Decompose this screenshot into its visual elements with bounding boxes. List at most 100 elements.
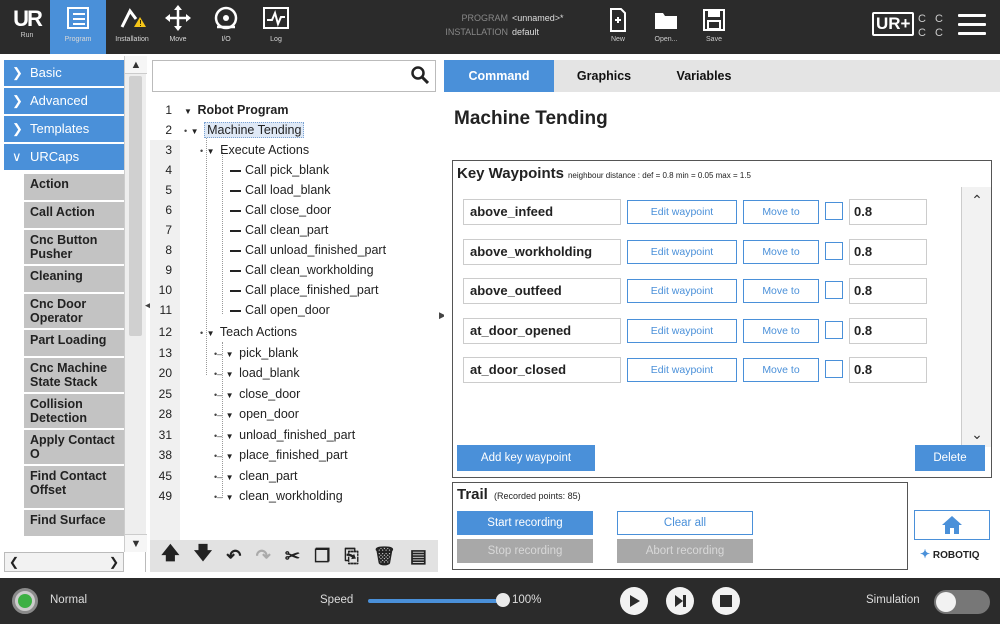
category-urcaps[interactable]: ∨ URCaps: [4, 144, 124, 170]
move-up-icon[interactable]: 🡅: [161, 541, 180, 571]
expand-icon[interactable]: ▼: [191, 122, 201, 142]
expand-icon[interactable]: ▼: [207, 142, 217, 162]
sidebar-item-action[interactable]: Action: [24, 174, 124, 202]
search-icon[interactable]: [411, 66, 430, 89]
sidebar-item-apply-contact-offset[interactable]: Apply Contact O: [24, 430, 124, 466]
home-button[interactable]: [914, 510, 990, 540]
paste-icon[interactable]: ⎘: [344, 546, 358, 567]
sidebar-item-cleaning[interactable]: Cleaning: [24, 266, 124, 294]
step-button[interactable]: [666, 587, 694, 615]
edit-waypoint-button[interactable]: Edit waypoint: [627, 200, 737, 224]
move-to-button[interactable]: Move to: [743, 240, 819, 264]
sidebar-item-cnc-door-operator[interactable]: Cnc Door Operator: [24, 294, 124, 330]
move-down-icon[interactable]: 🡇: [194, 541, 213, 571]
speed-slider[interactable]: [368, 599, 506, 603]
scroll-left-icon[interactable]: ❮: [5, 553, 23, 571]
neighbour-distance-field[interactable]: 0.8: [849, 239, 927, 265]
play-button[interactable]: [620, 587, 648, 615]
category-basic[interactable]: ❯ Basic: [4, 60, 124, 86]
undo-icon[interactable]: ↶: [226, 546, 241, 567]
nav-io[interactable]: I/O: [198, 0, 254, 54]
waypoint-checkbox[interactable]: [825, 360, 843, 378]
neighbour-distance-field[interactable]: 0.8: [849, 318, 927, 344]
sidebar-item-part-loading[interactable]: Part Loading: [24, 330, 124, 358]
neighbour-distance-field[interactable]: 0.8: [849, 199, 927, 225]
scroll-down-icon[interactable]: ⌄: [962, 423, 992, 445]
sidebar-horizontal-scrollbar[interactable]: ❮ ❯: [4, 552, 124, 572]
clear-all-button[interactable]: Clear all: [617, 511, 753, 535]
redo-icon[interactable]: ↷: [256, 546, 271, 567]
tab-graphics[interactable]: Graphics: [554, 60, 654, 92]
tree-row[interactable]: 2 • ▼ Machine Tending: [150, 120, 438, 140]
stop-button[interactable]: [712, 587, 740, 615]
robot-status-icon[interactable]: [12, 588, 38, 614]
waypoint-checkbox[interactable]: [825, 281, 843, 299]
search-input[interactable]: [152, 60, 436, 92]
stop-recording-button[interactable]: Stop recording: [457, 539, 593, 563]
edit-waypoint-button[interactable]: Edit waypoint: [627, 358, 737, 382]
selected-node[interactable]: Machine Tending: [204, 122, 305, 138]
urplus-button[interactable]: UR+: [872, 12, 915, 36]
scroll-up-icon[interactable]: ⌃: [962, 189, 992, 211]
expand-icon[interactable]: ▼: [226, 386, 236, 406]
delete-button[interactable]: Delete: [915, 445, 985, 471]
sidebar-item-find-surface[interactable]: Find Surface: [24, 510, 124, 538]
expand-icon[interactable]: ▼: [207, 324, 217, 344]
save-button[interactable]: Save: [694, 4, 734, 43]
suppress-icon[interactable]: ▤: [410, 546, 427, 567]
waypoint-name[interactable]: at_door_opened: [463, 318, 621, 344]
scroll-down-icon[interactable]: ▼: [125, 534, 147, 552]
move-to-button[interactable]: Move to: [743, 200, 819, 224]
expand-icon[interactable]: ▼: [184, 102, 194, 122]
sidebar-scrollbar[interactable]: ▲ ▼: [124, 56, 147, 552]
expand-icon[interactable]: ▼: [226, 447, 236, 467]
expand-icon[interactable]: ▼: [226, 365, 236, 385]
neighbour-distance-field[interactable]: 0.8: [849, 357, 927, 383]
category-templates[interactable]: ❯ Templates: [4, 116, 124, 142]
open-button[interactable]: Open...: [646, 4, 686, 43]
waypoint-checkbox[interactable]: [825, 202, 843, 220]
expand-icon[interactable]: ▼: [226, 406, 236, 426]
sidebar-item-cnc-machine-state-stack[interactable]: Cnc Machine State Stack: [24, 358, 124, 394]
abort-recording-button[interactable]: Abort recording: [617, 539, 753, 563]
tree-row[interactable]: 3 • ▼ Execute Actions: [150, 140, 438, 160]
copy-icon[interactable]: ❐: [314, 546, 330, 567]
sidebar-item-find-contact-offset[interactable]: Find Contact Offset: [24, 466, 124, 510]
waypoint-name[interactable]: above_outfeed: [463, 278, 621, 304]
waypoints-scrollbar[interactable]: ⌃ ⌄: [961, 187, 991, 447]
waypoint-checkbox[interactable]: [825, 242, 843, 260]
speed-slider-knob[interactable]: [496, 593, 510, 607]
sidebar-item-collision-detection[interactable]: Collision Detection: [24, 394, 124, 430]
scroll-right-icon[interactable]: ❯: [105, 553, 123, 571]
simulation-toggle[interactable]: [934, 590, 990, 614]
waypoint-checkbox[interactable]: [825, 321, 843, 339]
edit-waypoint-button[interactable]: Edit waypoint: [627, 279, 737, 303]
waypoint-name[interactable]: above_infeed: [463, 199, 621, 225]
delete-icon[interactable]: 🗑: [373, 546, 396, 567]
cut-icon[interactable]: ✂: [285, 546, 300, 567]
waypoint-name[interactable]: above_workholding: [463, 239, 621, 265]
category-advanced[interactable]: ❯ Advanced: [4, 88, 124, 114]
sidebar-item-call-action[interactable]: Call Action: [24, 202, 124, 230]
scrollbar-thumb[interactable]: [129, 76, 142, 336]
tab-command[interactable]: Command: [444, 60, 554, 92]
neighbour-distance-field[interactable]: 0.8: [849, 278, 927, 304]
new-button[interactable]: New: [598, 4, 638, 43]
nav-program[interactable]: Program: [50, 0, 106, 54]
add-key-waypoint-button[interactable]: Add key waypoint: [457, 445, 595, 471]
expand-icon[interactable]: ▼: [226, 468, 236, 488]
edit-waypoint-button[interactable]: Edit waypoint: [627, 319, 737, 343]
hamburger-menu-icon[interactable]: [958, 14, 986, 41]
tab-variables[interactable]: Variables: [654, 60, 754, 92]
scroll-up-icon[interactable]: ▲: [125, 56, 147, 74]
expand-icon[interactable]: ▼: [226, 345, 236, 365]
expand-icon[interactable]: ▼: [226, 488, 236, 508]
move-to-button[interactable]: Move to: [743, 279, 819, 303]
nav-log[interactable]: Log: [248, 0, 304, 54]
move-to-button[interactable]: Move to: [743, 358, 819, 382]
start-recording-button[interactable]: Start recording: [457, 511, 593, 535]
tree-row[interactable]: 1 ▼ Robot Program: [150, 100, 438, 120]
expand-icon[interactable]: ▼: [226, 427, 236, 447]
edit-waypoint-button[interactable]: Edit waypoint: [627, 240, 737, 264]
waypoint-name[interactable]: at_door_closed: [463, 357, 621, 383]
